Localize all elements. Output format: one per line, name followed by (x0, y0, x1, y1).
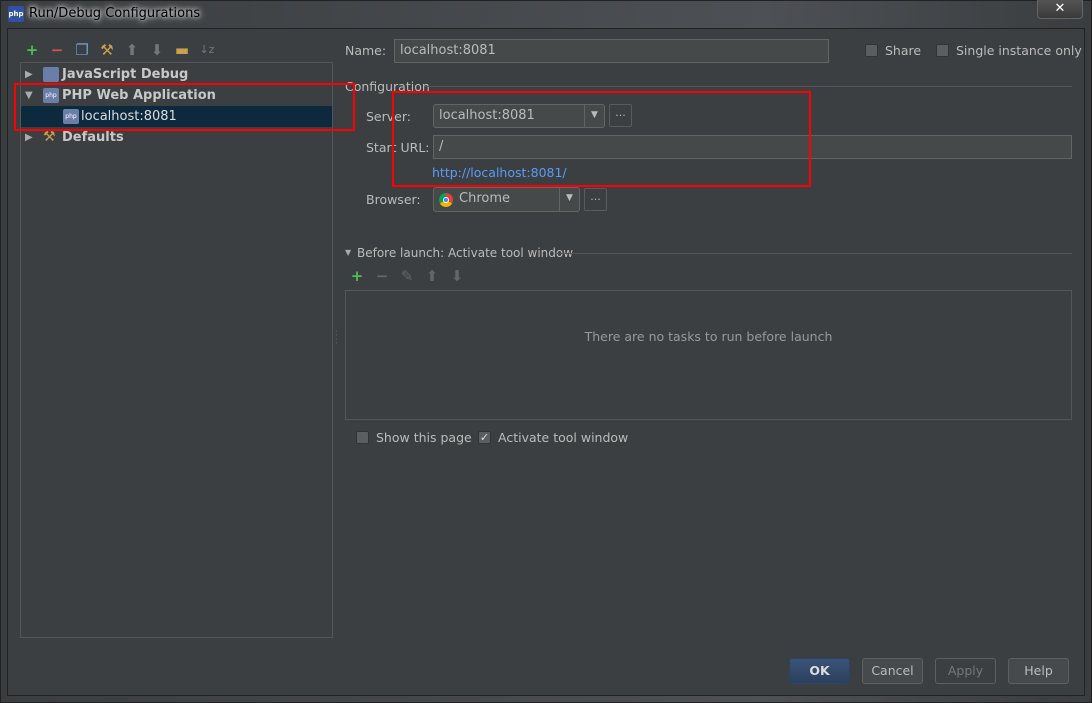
configuration-tree[interactable] (20, 62, 333, 638)
tree-item-javascript-debug[interactable]: ▶ JavaScript Debug (21, 64, 332, 85)
folder-icon[interactable]: ▬ (173, 42, 191, 58)
browser-dropdown[interactable]: Chrome ▼ (433, 187, 580, 212)
window-title: Run/Debug Configurations (29, 6, 201, 21)
sort-icon[interactable]: ↓z (198, 42, 216, 58)
annotation-highlight (392, 91, 811, 187)
before-launch-title[interactable]: Before launch: Activate tool window (357, 246, 573, 260)
expand-arrow-icon[interactable]: ▶ (25, 64, 33, 85)
browser-label: Browser: (366, 192, 421, 207)
annotation-highlight (14, 83, 355, 131)
single-instance-checkbox[interactable] (936, 44, 949, 57)
empty-tasks-text: There are no tasks to run before launch (584, 329, 833, 344)
collapse-arrow-icon[interactable]: ▼ (345, 248, 351, 257)
copy-icon[interactable]: ❐ (73, 42, 91, 58)
splitter-handle[interactable]: · · · · (335, 328, 339, 348)
move-up-icon[interactable]: ⬆ (123, 42, 141, 58)
show-this-page-checkbox[interactable] (356, 431, 369, 444)
single-instance-label: Single instance only (956, 43, 1082, 58)
chrome-icon (439, 193, 453, 207)
chevron-down-icon[interactable]: ▼ (559, 188, 579, 211)
help-button[interactable]: Help (1008, 658, 1069, 684)
cancel-button[interactable]: Cancel (862, 658, 923, 684)
activate-tool-window-checkbox[interactable]: ✓ (478, 431, 491, 444)
apply-button[interactable]: Apply (935, 658, 996, 684)
javascript-debug-icon (43, 67, 59, 82)
edit-defaults-icon[interactable]: ⚒ (98, 42, 116, 58)
tree-item-label: JavaScript Debug (62, 67, 189, 82)
remove-icon[interactable]: − (48, 42, 66, 58)
divider (424, 86, 1072, 87)
ok-button[interactable]: OK (789, 658, 850, 684)
before-launch-task-list[interactable]: There are no tasks to run before launch (345, 290, 1072, 420)
move-down-icon[interactable]: ⬇ (148, 42, 166, 58)
browser-value: Chrome (459, 191, 510, 206)
close-button[interactable]: ✕ (1037, 0, 1083, 19)
title-bar: php Run/Debug Configurations ✕ (0, 0, 1092, 28)
remove-task-icon: − (375, 267, 389, 285)
php-app-icon: php (8, 6, 24, 22)
activate-tool-window-label: Activate tool window (498, 430, 629, 445)
share-label: Share (885, 43, 922, 58)
edit-task-icon: ✎ (400, 267, 414, 285)
divider (555, 253, 1072, 254)
move-up-icon: ⬆ (425, 267, 439, 285)
add-icon[interactable]: + (23, 42, 41, 58)
name-input[interactable]: localhost:8081 (394, 39, 829, 63)
move-down-icon: ⬇ (450, 267, 464, 285)
add-task-icon[interactable]: + (348, 268, 366, 284)
name-label: Name: (345, 43, 387, 58)
browser-more-button[interactable]: ··· (584, 188, 607, 211)
share-checkbox[interactable] (865, 44, 878, 57)
show-this-page-label: Show this page (376, 430, 472, 445)
